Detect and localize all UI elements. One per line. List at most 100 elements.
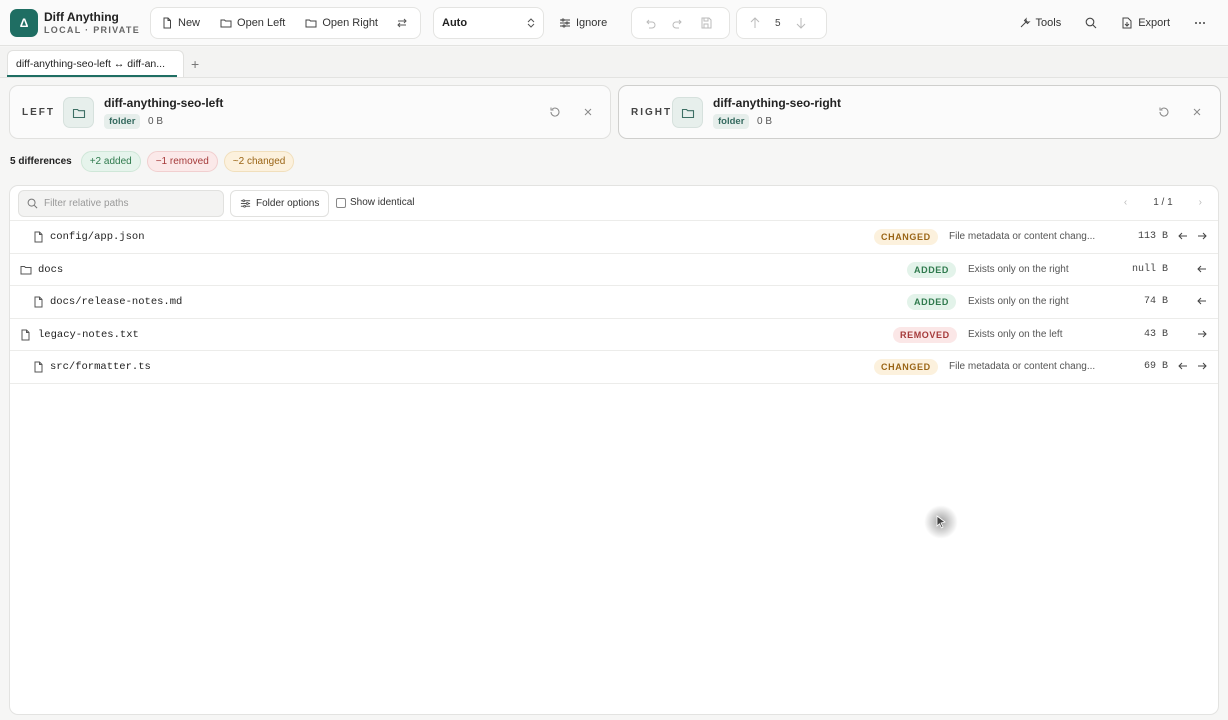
table-row[interactable]: docs/release-notes.md ADDED Exists only … [10,286,1218,319]
tab-bar: diff-anything-seo-left ↔ diff-an... + [0,47,1228,78]
history-group [631,7,730,39]
app-subtitle: LOCAL · PRIVATE [44,24,140,35]
folder-open-icon [220,19,232,28]
left-source-panel: LEFT diff-anything-seo-left folder 0 B [9,85,611,139]
left-source-name: diff-anything-seo-left [104,96,224,110]
ignore-label: Ignore [576,17,608,29]
save-button[interactable] [692,8,720,38]
pointer-icon [936,515,946,529]
arrow-left-icon[interactable] [1178,361,1188,371]
table-row[interactable]: legacy-notes.txt REMOVED Exists only on … [10,319,1218,351]
arrow-left-icon[interactable] [1178,231,1188,241]
swap-button[interactable] [388,8,416,38]
app-logo: Δ [10,8,38,37]
undo-button[interactable] [632,8,664,38]
status-badge: REMOVED [893,326,957,343]
search-icon [27,198,38,209]
filter-search [18,190,224,217]
folder-options-button[interactable]: Folder options [230,190,330,217]
right-tools: Tools Export [1007,7,1218,39]
right-size: 0 B [757,116,773,127]
ignore-group: Ignore [549,7,618,39]
right-kind-chip: folder [713,114,750,129]
prev-page-icon[interactable]: ‹ [1124,197,1127,208]
new-button[interactable]: New [151,8,210,38]
left-folder-icon [63,97,94,128]
search-button[interactable] [1073,7,1109,39]
active-tab-indicator [7,75,177,77]
row-path: legacy-notes.txt [38,328,139,341]
removed-count-pill: −1 removed [146,150,218,172]
show-identical-toggle[interactable]: Show identical [336,197,414,208]
app-name: Diff Anything [44,9,119,24]
tab-comparison[interactable]: diff-anything-seo-left ↔ diff-an... [7,50,184,77]
left-size: 0 B [148,116,164,127]
mode-select[interactable]: Auto [433,7,544,39]
arrow-right-icon[interactable] [1197,231,1207,241]
diff-list-panel: Folder options Show identical ‹ 1 / 1 › … [9,185,1219,715]
export-icon [1122,17,1132,29]
open-left-button[interactable]: Open Left [210,8,295,38]
ignore-button[interactable]: Ignore [549,7,617,39]
row-size: 43 B [1143,328,1168,340]
export-label: Export [1138,17,1170,29]
new-label: New [178,17,201,29]
page-indicator: 1 / 1 [1153,197,1173,208]
right-folder-icon [672,97,703,128]
brand: Δ Diff Anything LOCAL · PRIVATE [10,8,145,37]
next-diff-button[interactable] [787,8,815,38]
right-side-label: RIGHT [631,107,673,118]
more-icon [1195,22,1205,24]
close-icon[interactable] [1191,106,1203,118]
swap-icon [397,18,407,28]
add-tab-icon[interactable]: + [191,56,199,72]
arrow-right-icon[interactable] [1197,361,1207,371]
folder-open-icon [305,19,317,28]
chevron-updown-icon [527,18,535,28]
file-icon [34,361,43,373]
right-source-name: diff-anything-seo-right [713,96,841,110]
folder-icon [20,265,32,274]
open-right-label: Open Right [322,17,378,29]
next-page-icon[interactable]: › [1199,197,1202,208]
more-button[interactable] [1182,7,1218,39]
right-source-panel: RIGHT diff-anything-seo-right folder 0 B [618,85,1221,139]
file-icon [34,231,43,243]
diff-nav-group: 5 [736,7,827,39]
row-description: File metadata or content chang... [949,231,1096,242]
show-identical-checkbox[interactable] [336,197,346,208]
arrow-down-icon [796,18,805,29]
redo-button[interactable] [664,8,692,38]
table-row[interactable]: docs ADDED Exists only on the right null… [10,254,1218,286]
left-side-label: LEFT [22,107,55,118]
save-icon [701,17,712,29]
refresh-icon[interactable] [549,106,561,118]
tools-button[interactable]: Tools [1007,7,1074,39]
prev-diff-button[interactable] [737,8,769,38]
refresh-icon[interactable] [1158,106,1170,118]
open-left-label: Open Left [237,17,286,29]
difference-count: 5 differences [10,155,72,167]
close-icon[interactable] [582,106,594,118]
row-path: config/app.json [50,231,145,243]
table-row[interactable]: config/app.json CHANGED File metadata or… [10,221,1218,254]
row-path: docs/release-notes.md [50,296,183,308]
tools-icon [1020,17,1031,28]
sliders-icon [560,18,570,28]
arrow-left-icon[interactable] [1197,264,1207,274]
redo-icon [672,19,682,29]
open-right-button[interactable]: Open Right [295,8,388,38]
row-size: 74 B [1143,296,1168,307]
sliders-icon [240,199,251,208]
status-badge: ADDED [907,294,957,310]
row-size: null B [1131,263,1168,275]
table-row[interactable]: src/formatter.ts CHANGED File metadata o… [10,351,1218,384]
filter-input[interactable] [44,198,214,209]
arrow-left-icon[interactable] [1197,296,1207,306]
added-count-pill: +2 added [80,150,141,172]
row-description: Exists only on the left [968,328,1063,340]
export-button[interactable]: Export [1109,7,1182,39]
pager: ‹ 1 / 1 › [1124,197,1202,208]
row-description: Exists only on the right [968,296,1069,307]
arrow-right-icon[interactable] [1197,329,1207,339]
